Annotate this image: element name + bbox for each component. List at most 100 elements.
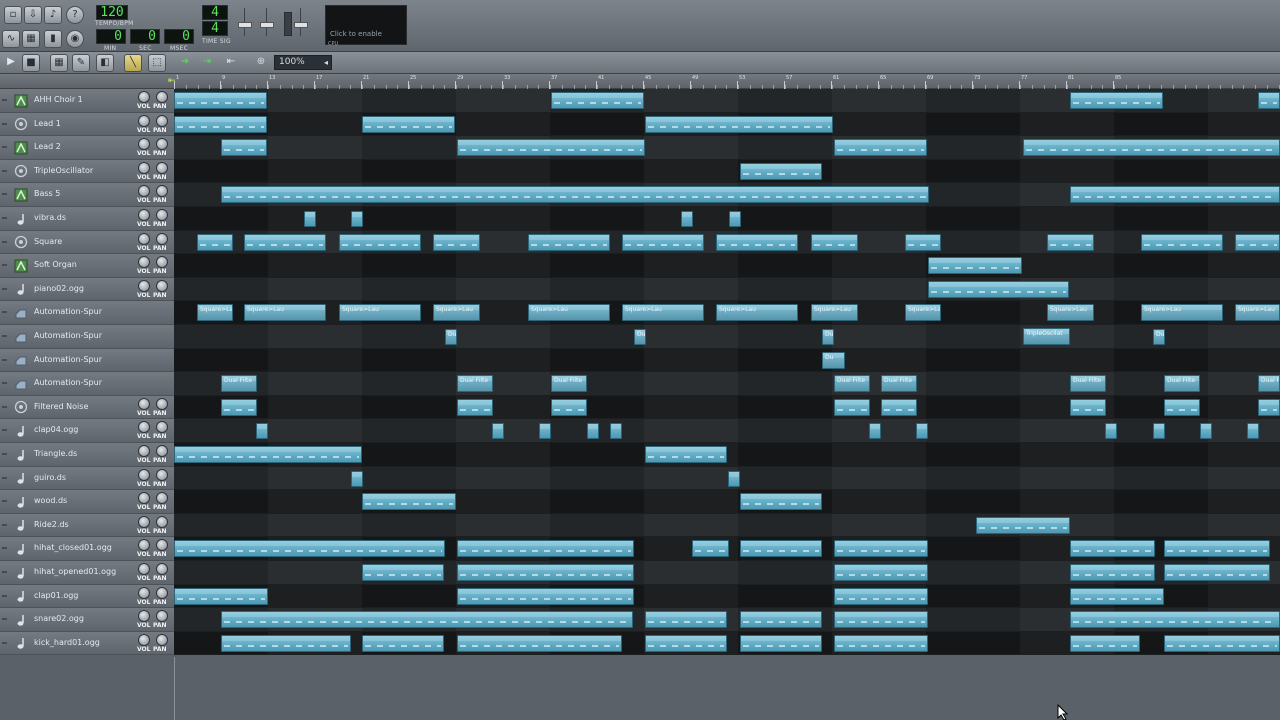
track-name[interactable]: Automation-Spur xyxy=(34,355,102,364)
track-lane[interactable] xyxy=(174,230,1280,255)
pan-knob[interactable] xyxy=(156,563,168,575)
track-name[interactable]: Bass 5 xyxy=(34,189,60,198)
sample-icon[interactable] xyxy=(12,517,30,534)
drag-handle-icon[interactable] xyxy=(2,641,7,644)
pattern-clip[interactable] xyxy=(610,423,622,440)
track-lane[interactable] xyxy=(174,254,1280,278)
pattern-clip[interactable] xyxy=(1247,423,1259,440)
track-lane[interactable]: Du Du Du TripleOscilat Du xyxy=(174,325,1280,349)
drag-handle-icon[interactable] xyxy=(2,169,7,172)
pattern-clip[interactable] xyxy=(457,139,645,157)
pattern-clip[interactable] xyxy=(362,564,444,581)
volume-knob[interactable] xyxy=(138,515,150,528)
track-lane[interactable] xyxy=(174,159,1280,184)
draw-mode-icon[interactable]: ╲ xyxy=(124,54,142,72)
track-name[interactable]: AHH Choir 1 xyxy=(34,95,83,104)
pattern-clip[interactable] xyxy=(692,540,729,558)
pan-knob[interactable] xyxy=(156,256,168,269)
oscillator-icon[interactable] xyxy=(12,399,30,416)
pattern-clip[interactable] xyxy=(351,470,363,487)
drag-handle-icon[interactable] xyxy=(2,453,7,455)
pattern-clip[interactable] xyxy=(740,611,822,629)
pan-knob[interactable] xyxy=(156,633,168,646)
pattern-clip[interactable] xyxy=(1023,139,1280,157)
pan-knob[interactable] xyxy=(156,539,168,552)
pan-knob[interactable] xyxy=(156,445,168,457)
track-name[interactable]: snare02.ogg xyxy=(34,614,84,623)
pattern-clip[interactable] xyxy=(834,587,928,605)
pattern-clip[interactable] xyxy=(1258,92,1280,109)
track-header[interactable]: Filtered Noise VOL PAN xyxy=(0,395,174,420)
pattern-clip[interactable] xyxy=(905,233,941,251)
drag-handle-icon[interactable] xyxy=(2,311,7,314)
volume-knob[interactable] xyxy=(138,279,150,292)
pattern-clip[interactable] xyxy=(539,423,551,440)
pan-knob[interactable] xyxy=(156,161,168,174)
pan-knob[interactable] xyxy=(156,209,168,221)
volume-knob[interactable] xyxy=(138,563,150,575)
pattern-clip[interactable] xyxy=(339,233,421,251)
play-pointer-icon[interactable]: ➜ xyxy=(176,54,194,72)
volume-knob[interactable] xyxy=(138,397,150,410)
master-volume-slider[interactable] xyxy=(238,8,254,36)
track-header[interactable]: hihat_closed01.ogg VOL PAN xyxy=(0,537,174,561)
play-icon[interactable]: ▶ xyxy=(2,54,20,72)
track-header[interactable]: hihat_opened01.ogg VOL PAN xyxy=(0,561,174,585)
track-lane[interactable] xyxy=(174,277,1280,302)
drag-handle-icon[interactable] xyxy=(2,476,7,479)
volume-knob[interactable] xyxy=(138,185,150,198)
pan-knob[interactable] xyxy=(156,468,168,481)
pan-knob[interactable] xyxy=(156,610,168,623)
master-pitch-slider[interactable] xyxy=(260,8,276,36)
track-name[interactable]: clap01.ogg xyxy=(34,591,78,600)
track-header[interactable]: wood.ds VOL PAN xyxy=(0,490,174,514)
pattern-clip[interactable] xyxy=(811,233,858,251)
volume-knob[interactable] xyxy=(138,610,150,623)
pattern-clip[interactable] xyxy=(1047,233,1094,251)
automation-pattern[interactable]: TripleOscilat xyxy=(1023,328,1070,345)
pattern-clip[interactable] xyxy=(1105,423,1117,440)
open-file-icon[interactable]: ⇩ xyxy=(24,6,42,24)
pattern-clip[interactable] xyxy=(740,493,822,511)
pattern-clip[interactable] xyxy=(834,611,928,629)
add-beat-track-icon[interactable]: ▦ xyxy=(50,54,68,72)
automation-pattern[interactable]: Dual Filte xyxy=(221,375,257,393)
track-lane[interactable] xyxy=(174,443,1280,467)
drag-handle-icon[interactable] xyxy=(2,358,7,361)
pattern-clip[interactable] xyxy=(457,634,622,652)
track-header[interactable]: Lead 1 VOL PAN xyxy=(0,112,174,137)
drag-handle-icon[interactable] xyxy=(2,193,7,196)
pattern-clip[interactable] xyxy=(174,446,362,463)
track-header[interactable]: AHH Choir 1 VOL PAN xyxy=(0,89,174,113)
sample-icon[interactable] xyxy=(12,540,30,557)
drag-handle-icon[interactable] xyxy=(2,217,7,219)
timesig-numerator[interactable]: 4 xyxy=(202,5,228,20)
volume-knob[interactable] xyxy=(138,256,150,269)
automation-pattern[interactable]: Square>Lau xyxy=(1235,304,1280,322)
pattern-clip[interactable] xyxy=(1070,611,1280,629)
add-sample-track-icon[interactable]: ✎ xyxy=(72,54,90,72)
track-name[interactable]: Triangle.ds xyxy=(34,449,77,458)
track-name[interactable]: Square xyxy=(34,237,62,246)
track-name[interactable]: Soft Organ xyxy=(34,260,77,269)
instrument-icon[interactable] xyxy=(12,92,30,109)
automation-pattern[interactable]: Square>Lau xyxy=(622,304,704,322)
track-name[interactable]: Lead 2 xyxy=(34,142,61,151)
pattern-clip[interactable] xyxy=(1141,233,1223,251)
track-lane[interactable] xyxy=(174,89,1280,113)
pan-knob[interactable] xyxy=(156,185,168,198)
zoom-select[interactable]: 100% ◂ xyxy=(274,55,332,70)
sample-icon[interactable] xyxy=(12,446,30,463)
pattern-clip[interactable] xyxy=(1070,587,1164,605)
save-icon[interactable]: ♪ xyxy=(44,6,62,24)
add-automation-track-icon[interactable]: ◧ xyxy=(96,54,114,72)
automation-pattern[interactable]: Dual Filte xyxy=(1164,375,1200,393)
new-file-icon[interactable]: ▫ xyxy=(4,6,22,24)
track-lane[interactable] xyxy=(174,136,1280,160)
pattern-clip[interactable] xyxy=(551,92,644,109)
pan-knob[interactable] xyxy=(156,515,168,528)
pattern-clip[interactable] xyxy=(645,611,727,629)
track-header[interactable]: Ride2.ds VOL PAN xyxy=(0,513,174,538)
pan-knob[interactable] xyxy=(156,421,168,434)
pattern-clip[interactable] xyxy=(1164,634,1280,652)
